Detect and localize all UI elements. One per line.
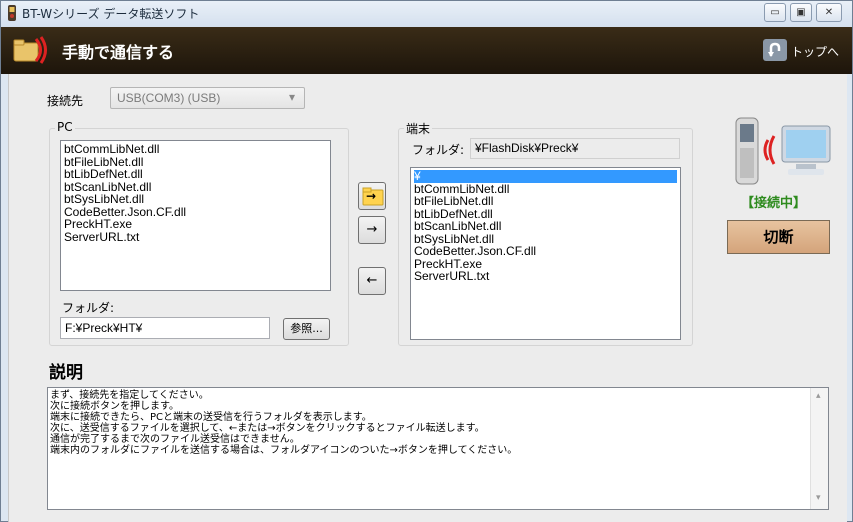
minimize-button[interactable]: ▭ xyxy=(764,3,786,22)
list-item[interactable]: PreckHT.exe xyxy=(64,218,327,231)
page-title: 手動で通信する xyxy=(62,43,175,62)
scroll-up-icon[interactable]: ▴ xyxy=(816,391,821,401)
close-button[interactable]: ✕ xyxy=(816,3,842,22)
description-line: 端末に接続できたら、PCと端末の送受信を行うフォルダを表示します。 xyxy=(50,412,372,423)
description-line: 次に、送受信するファイルを選択して、←または→ボタンをクリックするとファイル転送… xyxy=(50,423,485,434)
list-item[interactable]: btLibDefNet.dll xyxy=(64,168,327,181)
connection-value: USB(COM3) (USB) xyxy=(117,91,221,105)
receive-to-pc-button[interactable]: ← xyxy=(358,267,386,295)
list-item[interactable]: ServerURL.txt xyxy=(414,270,677,283)
list-item[interactable]: btScanLibNet.dll xyxy=(414,220,677,233)
description-line: 通信が完了するまで次のファイル送受信はできません。 xyxy=(50,434,300,445)
description-heading: 説明 xyxy=(49,363,83,383)
disconnect-button[interactable]: 切断 xyxy=(727,220,830,254)
connection-label: 接続先 xyxy=(47,94,84,108)
description-textarea[interactable]: まず、接続先を指定してください。 次に接続ボタンを押します。 端末に接続できたら… xyxy=(47,387,829,510)
terminal-group-label: 端末 xyxy=(404,120,433,137)
list-item[interactable]: CodeBetter.Json.CF.dll xyxy=(414,245,677,258)
pc-group-label: PC xyxy=(55,120,75,134)
send-to-terminal-button[interactable]: → xyxy=(358,216,386,244)
top-button[interactable]: トップへ xyxy=(763,37,847,63)
terminal-folder-label: フォルダ: xyxy=(412,143,465,157)
folder-transfer-icon xyxy=(13,36,47,64)
status-badge: 【接続中】 xyxy=(741,196,807,211)
terminal-file-list[interactable]: ¥ btCommLibNet.dll btFileLibNet.dll btLi… xyxy=(410,167,681,340)
scroll-down-icon[interactable]: ▾ xyxy=(816,493,821,503)
maximize-button[interactable]: ▣ xyxy=(790,3,812,22)
list-item[interactable]: btCommLibNet.dll xyxy=(64,143,327,156)
pc-folder-label: フォルダ: xyxy=(62,301,115,315)
description-text: まず、接続先を指定してください。 次に接続ボタンを押します。 端末に接続できたら… xyxy=(50,390,808,456)
list-item[interactable]: btFileLibNet.dll xyxy=(414,195,677,208)
top-button-label: トップへ xyxy=(791,45,840,59)
arrow-right-icon: → xyxy=(366,189,377,203)
connection-select[interactable]: USB(COM3) (USB) ▾ xyxy=(110,87,305,109)
description-line: 次に接続ボタンを押します。 xyxy=(50,401,179,412)
return-arrow-icon xyxy=(763,39,787,61)
description-line: 端末内のフォルダにファイルを送信する場合は、フォルダアイコンのついた→ボタンを押… xyxy=(50,445,518,456)
list-item-selected[interactable]: ¥ xyxy=(414,170,677,183)
description-line: まず、接続先を指定してください。 xyxy=(50,390,209,401)
pc-file-list[interactable]: btCommLibNet.dll btFileLibNet.dll btLibD… xyxy=(60,140,331,291)
device-connection-icon xyxy=(735,117,831,185)
terminal-folder-field: ¥FlashDisk¥Preck¥ xyxy=(470,138,680,159)
list-item[interactable]: ServerURL.txt xyxy=(64,230,327,244)
browse-button[interactable]: 参照... xyxy=(283,318,330,340)
description-scrollbar[interactable]: ▴ ▾ xyxy=(810,388,828,509)
app-icon xyxy=(8,5,16,21)
list-item[interactable]: btSysLibNet.dll xyxy=(64,193,327,206)
chevron-down-icon: ▾ xyxy=(289,90,296,104)
window-title: BT-Wシリーズ データ転送ソフト xyxy=(22,7,200,21)
pc-folder-field[interactable]: F:¥Preck¥HT¥ xyxy=(60,317,270,339)
send-to-folder-button[interactable]: → xyxy=(358,182,386,210)
